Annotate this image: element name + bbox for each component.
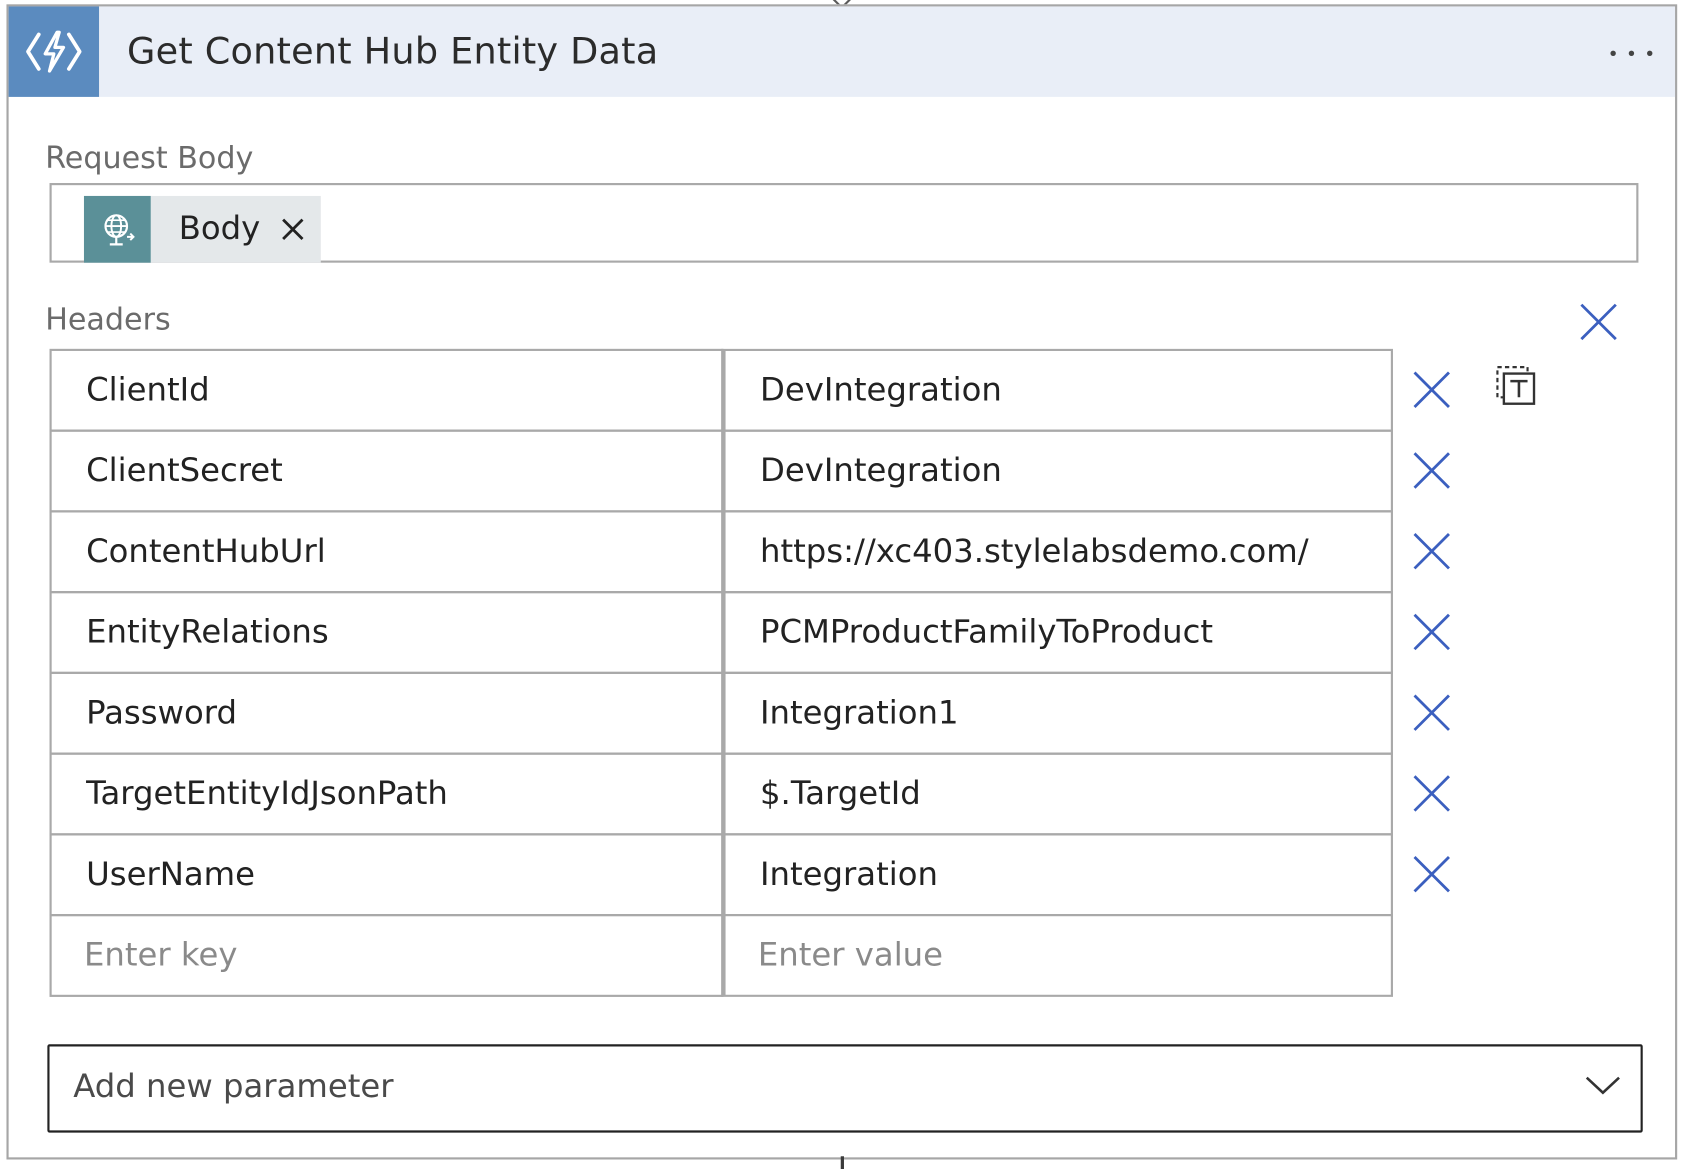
request-body-field[interactable]: Body xyxy=(49,183,1639,263)
header-key-cell[interactable]: ContentHubUrl xyxy=(49,510,724,594)
close-icon xyxy=(1413,694,1450,731)
header-key-cell[interactable]: ClientSecret xyxy=(49,429,724,513)
header-key-cell[interactable]: EntityRelations xyxy=(49,591,724,674)
header-value-cell[interactable]: https://xc403.stylelabsdemo.com/ xyxy=(721,510,1393,594)
close-icon xyxy=(281,218,304,240)
action-header[interactable]: Get Content Hub Entity Data xyxy=(8,6,1676,97)
header-value-cell[interactable]: PCMProductFamilyToProduct xyxy=(721,591,1393,674)
designer-canvas: Get Content Hub Entity Data Request Body xyxy=(0,0,1688,1169)
more-options-button[interactable] xyxy=(1608,37,1655,67)
action-card: Get Content Hub Entity Data Request Body xyxy=(6,4,1678,1160)
delete-header-button[interactable] xyxy=(1410,691,1453,734)
header-key-input[interactable] xyxy=(83,936,656,975)
action-title: Get Content Hub Entity Data xyxy=(127,30,659,74)
header-row: ContentHubUrl https://xc403.stylelabsdem… xyxy=(49,510,1450,594)
close-icon xyxy=(1413,371,1450,408)
header-row: ClientId DevIntegration xyxy=(49,348,1450,432)
header-value-input[interactable] xyxy=(757,936,1326,975)
text-mode-icon xyxy=(1496,366,1536,405)
header-key-cell[interactable]: TargetEntityIdJsonPath xyxy=(49,752,724,836)
close-icon xyxy=(1413,855,1450,893)
add-new-parameter-dropdown[interactable]: Add new parameter xyxy=(47,1044,1643,1133)
header-key-cell[interactable]: ClientId xyxy=(49,348,724,432)
header-row: TargetEntityIdJsonPath $.TargetId xyxy=(49,752,1450,836)
header-value-cell[interactable]: Integration xyxy=(721,833,1393,917)
headers-table: ClientId DevIntegration ClientSecret Dev… xyxy=(49,348,1450,997)
clear-headers-button[interactable] xyxy=(1578,301,1619,342)
header-value-input-cell xyxy=(721,914,1393,997)
request-body-label: Request Body xyxy=(45,139,254,176)
body-token-label: Body xyxy=(178,209,261,248)
delete-header-button[interactable] xyxy=(1410,368,1453,411)
header-value-cell[interactable]: DevIntegration xyxy=(721,348,1393,432)
header-value-cell[interactable]: $.TargetId xyxy=(721,752,1393,836)
delete-header-button[interactable] xyxy=(1410,610,1453,653)
header-value-cell[interactable]: Integration1 xyxy=(721,671,1393,755)
header-row: UserName Integration xyxy=(49,833,1450,917)
header-key-cell[interactable]: Password xyxy=(49,671,724,755)
chevron-down-icon xyxy=(1585,1076,1620,1095)
header-new-row xyxy=(49,914,1393,997)
delete-header-button[interactable] xyxy=(1410,530,1453,573)
http-globe-icon xyxy=(83,195,151,263)
body-token[interactable]: Body xyxy=(83,195,321,263)
delete-header-button[interactable] xyxy=(1410,772,1453,815)
close-icon xyxy=(1580,303,1617,341)
header-key-cell[interactable]: UserName xyxy=(49,833,724,917)
more-horizontal-icon xyxy=(1610,50,1616,56)
flow-connector-line xyxy=(840,1156,844,1169)
header-value-cell[interactable]: DevIntegration xyxy=(721,429,1393,513)
header-row: ClientSecret DevIntegration xyxy=(49,429,1450,513)
switch-to-text-mode-button[interactable] xyxy=(1494,364,1537,407)
remove-token-button[interactable] xyxy=(275,196,307,263)
header-row: Password Integration1 xyxy=(49,671,1450,755)
close-icon xyxy=(1413,533,1450,570)
delete-header-button[interactable] xyxy=(1410,853,1453,896)
headers-label: Headers xyxy=(45,301,171,337)
add-new-parameter-label: Add new parameter xyxy=(73,1067,394,1106)
header-key-input-cell xyxy=(49,914,724,997)
header-row: EntityRelations PCMProductFamilyToProduc… xyxy=(49,591,1450,674)
close-icon xyxy=(1413,613,1450,651)
delete-header-button[interactable] xyxy=(1410,449,1453,492)
close-icon xyxy=(1413,775,1450,812)
close-icon xyxy=(1413,452,1450,489)
azure-function-icon xyxy=(8,6,100,97)
